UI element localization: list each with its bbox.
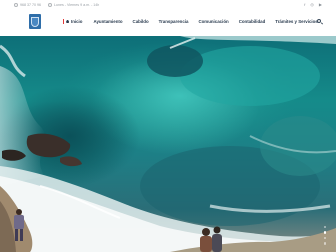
crest-shield [31, 16, 39, 27]
top-info-bar: 968 37 70 96 Lunes - Viernes 9 a.m. - 14… [0, 0, 336, 10]
home-icon [65, 19, 70, 24]
youtube-icon[interactable]: ▶ [319, 2, 322, 7]
slider-dot[interactable] [324, 236, 327, 240]
nav-label-ayuntamiento: Ayuntamiento [93, 19, 123, 24]
facebook-icon[interactable]: f [304, 2, 305, 7]
contact-info: 968 37 70 96 Lunes - Viernes 9 a.m. - 14… [14, 3, 106, 7]
nav-label-inicio: Inicio [70, 19, 83, 24]
hero-slider-image [0, 36, 336, 252]
opening-hours: Lunes - Viernes 9 a.m. - 14h [53, 3, 100, 7]
nav-label-contabilidad: Contabilidad [238, 19, 266, 24]
phone-number[interactable]: 968 37 70 96 [20, 3, 41, 7]
nav-label-cabildo: Cabildo [132, 19, 149, 24]
main-nav: Inicio Ayuntamiento Cabildo Transparenci… [63, 19, 318, 24]
nav-item-ayuntamiento[interactable]: Ayuntamiento [93, 19, 122, 24]
coast-photo [0, 36, 336, 252]
nav-item-contabilidad[interactable]: Contabilidad [239, 19, 266, 24]
nav-label-transparencia: Transparencia [158, 19, 189, 24]
nav-item-transparencia[interactable]: Transparencia [159, 19, 189, 24]
site-header: Inicio Ayuntamiento Cabildo Transparenci… [0, 10, 336, 36]
instagram-icon[interactable]: ◎ [310, 2, 314, 7]
slider-pagination [324, 226, 327, 245]
phone-icon [14, 3, 18, 7]
clock-icon [47, 3, 52, 7]
nav-label-tramites-servicios: Trámites y Servicios [275, 19, 318, 24]
nav-item-inicio[interactable]: Inicio [63, 19, 82, 24]
nav-item-cabildo[interactable]: Cabildo [133, 19, 149, 24]
slider-dot[interactable] [324, 242, 327, 245]
nav-item-tramites-servicios[interactable]: Trámites y Servicios [275, 19, 317, 24]
town-crest-logo[interactable] [29, 14, 41, 29]
social-links: f ◎ ▶ [304, 2, 322, 7]
nav-item-comunicacion[interactable]: Comunicación [198, 19, 228, 24]
nav-label-comunicacion: Comunicación [198, 19, 229, 24]
slider-dot[interactable] [324, 226, 327, 229]
active-indicator [63, 19, 65, 24]
slider-dot-active[interactable] [324, 231, 327, 234]
search-icon[interactable] [317, 19, 323, 25]
